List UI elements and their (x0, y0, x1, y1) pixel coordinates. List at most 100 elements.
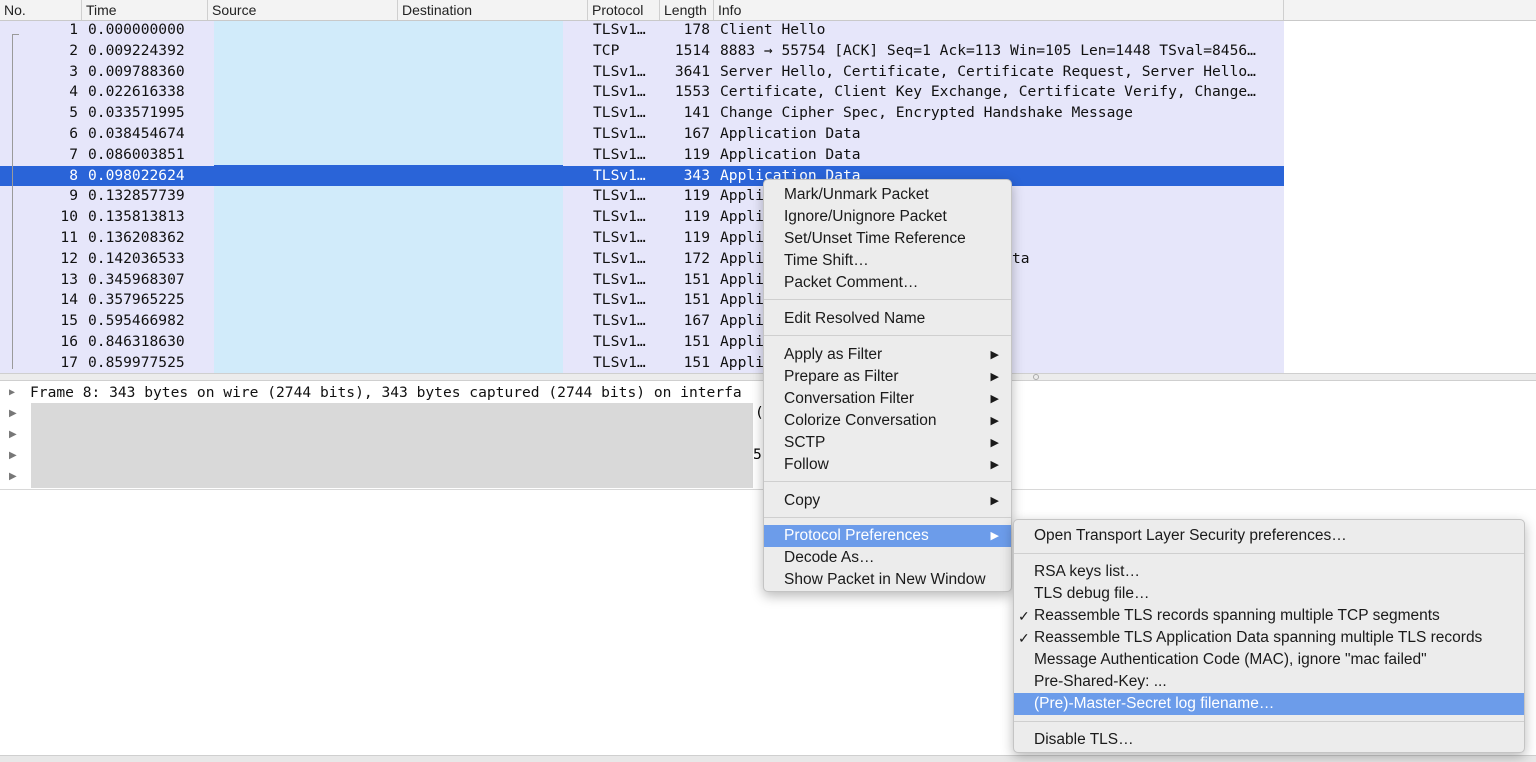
menu-separator (1014, 721, 1524, 722)
menu-item-label: Prepare as Filter (784, 368, 899, 385)
packet-list[interactable]: 1 0.000000000 TLSv1… 178 Client Hello 2 0.0092… (0, 0, 1284, 373)
menu-item[interactable]: Decode As… (764, 547, 1011, 569)
menu-separator (764, 481, 1011, 482)
submenu-arrow-icon: ▶ (990, 495, 999, 507)
menu-item[interactable]: Apply as Filter ▶ (764, 344, 1011, 366)
expand-triangle-icon[interactable]: ▶ (9, 404, 17, 425)
packet-row[interactable]: 9 0.132857739 TLSv1… 119 Appli (0, 186, 1284, 207)
menu-item[interactable]: Message Authentication Code (MAC), ignor… (1014, 649, 1524, 671)
cell-info: Server Hello, Certificate, Certificate R… (720, 62, 1256, 80)
cell-time: 0.009788360 (88, 62, 185, 80)
packet-row[interactable]: 13 0.345968307 TLSv1… 151 Appli (0, 270, 1284, 291)
expand-triangle-icon[interactable]: ▶ (9, 383, 15, 404)
packet-row[interactable]: 6 0.038454674 TLSv1… 167 Application Data (0, 124, 1284, 145)
cell-protocol: TLSv1… (593, 353, 646, 371)
column-header-destination[interactable]: Destination (398, 0, 588, 20)
menu-item-label: Copy (784, 492, 821, 509)
cell-protocol: TLSv1… (593, 187, 646, 205)
cell-info: Client Hello (720, 21, 826, 38)
packet-row[interactable]: 8 0.098022624 TLSv1… 343 Application Data (0, 165, 1284, 187)
cell-time: 0.033571995 (88, 104, 185, 122)
cell-protocol: TLSv1… (593, 21, 646, 38)
menu-item[interactable]: TLS debug file… (1014, 583, 1524, 605)
cell-protocol: TLSv1… (593, 332, 646, 350)
menu-item[interactable]: Set/Unset Time Reference (764, 228, 1011, 250)
cell-info-tail: ta (1012, 249, 1030, 267)
column-header-filler (1284, 0, 1536, 20)
column-header-protocol[interactable]: Protocol (588, 0, 660, 20)
menu-item[interactable]: Packet Comment… (764, 272, 1011, 294)
submenu-arrow-icon: ▶ (990, 459, 999, 471)
cell-protocol: TLSv1… (593, 249, 646, 267)
menu-item-label: Pre-Shared-Key: ... (1034, 673, 1167, 690)
cell-protocol: TLSv1… (593, 145, 646, 163)
packet-row[interactable]: 14 0.357965225 TLSv1… 151 Appli (0, 290, 1284, 311)
menu-item[interactable]: Reassemble TLS records spanning multiple… (1014, 605, 1524, 627)
cell-time: 0.345968307 (88, 270, 185, 288)
submenu-arrow-icon: ▶ (990, 349, 999, 361)
cell-length: 119 (683, 187, 710, 205)
packet-row[interactable]: 1 0.000000000 TLSv1… 178 Client Hello (0, 20, 1284, 41)
menu-item[interactable]: Disable TLS… (1014, 729, 1524, 751)
packet-row[interactable]: 4 0.022616338 TLSv1… 1553 Certificate, Clien… (0, 82, 1284, 103)
packet-row[interactable]: 12 0.142036533 TLSv1… 172 Appli ta (0, 249, 1284, 270)
menu-item-label: Colorize Conversation (784, 412, 937, 429)
menu-item[interactable]: Time Shift… (764, 250, 1011, 272)
menu-item-label: Protocol Preferences (784, 527, 929, 544)
menu-item-label: Show Packet in New Window (784, 571, 986, 588)
detail-frame-text: Frame 8: 343 bytes on wire (2744 bits), … (30, 384, 742, 401)
menu-separator (1014, 553, 1524, 554)
menu-item[interactable]: Follow ▶ (764, 454, 1011, 476)
menu-item[interactable]: Show Packet in New Window (764, 569, 1011, 591)
submenu-arrow-icon: ▶ (990, 371, 999, 383)
cell-length: 343 (683, 166, 710, 184)
cell-time: 0.038454674 (88, 124, 185, 142)
column-header-source[interactable]: Source (208, 0, 398, 20)
column-header-length[interactable]: Length (660, 0, 714, 20)
cell-length: 1514 (674, 41, 710, 59)
menu-item[interactable]: Mark/Unmark Packet (764, 184, 1011, 206)
menu-item[interactable]: Protocol Preferences ▶ (764, 525, 1011, 547)
menu-item[interactable]: Reassemble TLS Application Data spanning… (1014, 627, 1524, 649)
menu-item[interactable]: Conversation Filter ▶ (764, 388, 1011, 410)
detail-text-fragment: 5 (753, 446, 762, 463)
menu-item[interactable]: Copy ▶ (764, 490, 1011, 512)
packet-row[interactable]: 15 0.595466982 TLSv1… 167 Appli (0, 311, 1284, 332)
column-header-no[interactable]: No. (0, 0, 82, 20)
cell-length: 172 (683, 249, 710, 267)
menu-item-label: Ignore/Unignore Packet (784, 208, 947, 225)
menu-item[interactable]: Ignore/Unignore Packet (764, 206, 1011, 228)
cell-time: 0.859977525 (88, 353, 185, 371)
menu-item[interactable]: Edit Resolved Name (764, 308, 1011, 330)
protocol-preferences-submenu: Open Transport Layer Security preference… (1013, 519, 1525, 753)
menu-item-label: Follow (784, 456, 829, 473)
menu-item[interactable]: SCTP ▶ (764, 432, 1011, 454)
expand-triangle-icon[interactable]: ▶ (9, 467, 17, 488)
packet-row[interactable]: 7 0.086003851 TLSv1… 119 Application Data (0, 145, 1284, 166)
packet-row[interactable]: 17 0.859977525 TLSv1… 151 Appli (0, 353, 1284, 373)
cell-time: 0.846318630 (88, 332, 185, 350)
menu-item[interactable]: Prepare as Filter ▶ (764, 366, 1011, 388)
expand-triangle-icon[interactable]: ▶ (9, 446, 17, 467)
packet-row[interactable]: 11 0.136208362 TLSv1… 119 Appli (0, 228, 1284, 249)
packet-row[interactable]: 3 0.009788360 TLSv1… 3641 Server Hello, Cert… (0, 62, 1284, 83)
packet-row[interactable]: 2 0.009224392 TCP 1514 8883 → 55754 [ACK] Se… (0, 41, 1284, 62)
cell-protocol: TLSv1… (593, 62, 646, 80)
cell-length: 119 (683, 208, 710, 226)
menu-item[interactable]: Open Transport Layer Security preference… (1014, 525, 1524, 547)
column-header-info[interactable]: Info (714, 0, 1284, 20)
menu-item[interactable]: RSA keys list… (1014, 561, 1524, 583)
menu-item[interactable]: (Pre)-Master-Secret log filename… (1014, 693, 1524, 715)
menu-item[interactable]: Colorize Conversation ▶ (764, 410, 1011, 432)
checkmark-icon: ✓ (1018, 608, 1030, 624)
column-header-time[interactable]: Time (82, 0, 208, 20)
packet-row[interactable]: 5 0.033571995 TLSv1… 141 Change Cipher Spec,… (0, 103, 1284, 124)
cell-protocol: TLSv1… (593, 83, 646, 101)
expand-triangle-icon[interactable]: ▶ (9, 425, 17, 446)
cell-time: 0.000000000 (88, 21, 185, 38)
packet-row[interactable]: 16 0.846318630 TLSv1… 151 Appli (0, 332, 1284, 353)
splitter-handle-icon[interactable] (1033, 374, 1039, 380)
cell-protocol: TCP (593, 41, 620, 59)
menu-item[interactable]: Pre-Shared-Key: ... (1014, 671, 1524, 693)
packet-row[interactable]: 10 0.135813813 TLSv1… 119 Appli (0, 207, 1284, 228)
